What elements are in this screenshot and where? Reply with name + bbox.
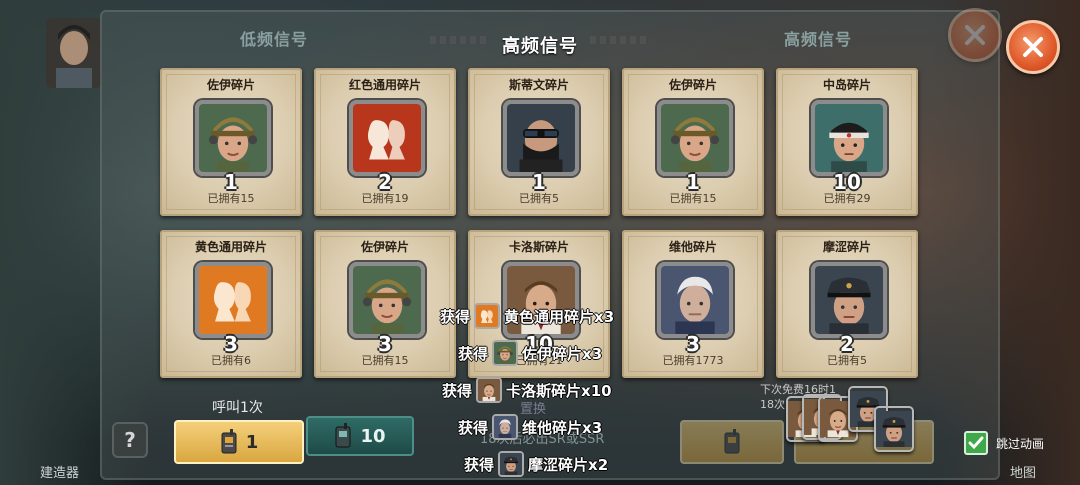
- zoe-portrait: [657, 100, 733, 176]
- skip-animation-checkbox[interactable]: [964, 431, 988, 455]
- fragment-card[interactable]: 中岛碎片 10 已拥有29: [776, 68, 918, 216]
- call-once-label: 呼叫1次: [212, 400, 263, 416]
- reward-text: 卡洛斯碎片x10: [506, 381, 612, 400]
- card-name: 佐伊碎片: [206, 78, 255, 92]
- call-once-cost: 1: [245, 431, 259, 453]
- reward-prefix: 获得: [458, 344, 489, 363]
- close-icon: [1023, 37, 1043, 57]
- walkie-talkie-icon: [724, 429, 740, 454]
- fragment-card[interactable]: 摩涩碎片 2 已拥有5: [776, 230, 918, 378]
- vita-portrait: [492, 414, 519, 440]
- reward-fly-stack: [786, 386, 926, 456]
- right-building-label: 地图: [1010, 466, 1037, 481]
- reward-prefix: 获得: [464, 455, 495, 474]
- reward-prefix: 获得: [458, 418, 489, 437]
- call-ten-button[interactable]: 10: [306, 416, 414, 456]
- reward-row: 获得 维他碎片x3: [458, 414, 602, 440]
- reward-row: 获得 黄色通用碎片x3: [440, 303, 614, 329]
- steven-portrait: [503, 100, 579, 176]
- card-owned: 已拥有15: [669, 192, 717, 205]
- card-name: 红色通用碎片: [348, 78, 421, 92]
- card-name: 维他碎片: [668, 240, 717, 254]
- mose-portrait: [811, 262, 887, 338]
- fragment-card[interactable]: 斯蒂文碎片 1 已拥有5: [468, 68, 610, 216]
- red-generic-fragment-icon: [349, 100, 425, 176]
- reward-log: 获得 黄色通用碎片x3 获得 佐伊碎片x3 获得 卡洛斯碎片x10 获得 维他碎片x3 获得 摩涩…: [430, 300, 660, 485]
- close-icon: [965, 25, 985, 45]
- nakajima-portrait: [811, 100, 887, 176]
- card-name: 摩涩碎片: [822, 240, 871, 254]
- fragment-card[interactable]: 佐伊碎片 1 已拥有15: [160, 68, 302, 216]
- close-button-background: [948, 8, 1002, 62]
- vita-portrait: [657, 262, 733, 338]
- zoe-portrait: [195, 100, 271, 176]
- carlos-portrait: [476, 377, 503, 403]
- card-owned: 已拥有29: [823, 192, 871, 205]
- reward-row: 获得 摩涩碎片x2: [464, 451, 608, 477]
- call-once-button[interactable]: 1: [174, 420, 304, 464]
- call-once-button-right[interactable]: [680, 420, 784, 464]
- modal-title: 高频信号: [502, 36, 578, 57]
- background-character-portrait: [46, 18, 102, 88]
- reward-text: 摩涩碎片x2: [528, 455, 609, 474]
- fragment-card[interactable]: 红色通用碎片 2 已拥有19: [314, 68, 456, 216]
- card-name: 中岛碎片: [822, 78, 871, 92]
- card-owned: 已拥有5: [519, 192, 559, 205]
- help-button[interactable]: ?: [112, 422, 148, 458]
- card-name: 斯蒂文碎片: [508, 78, 569, 92]
- mose-portrait: [874, 406, 914, 452]
- fragment-card[interactable]: 黄色通用碎片 3 已拥有6: [160, 230, 302, 378]
- skip-animation-label[interactable]: 跳过动画: [996, 435, 1044, 452]
- card-owned: 已拥有19: [361, 192, 409, 205]
- reward-text: 黄色通用碎片x3: [504, 307, 615, 326]
- yellow-generic-fragment-icon: [195, 262, 271, 338]
- card-name: 黄色通用碎片: [194, 240, 267, 254]
- mose-portrait: [498, 451, 525, 477]
- card-name: 卡洛斯碎片: [508, 240, 569, 254]
- yellow-generic-fragment-icon: [474, 303, 501, 329]
- walkie-talkie-icon: [335, 423, 351, 448]
- zoe-portrait: [349, 262, 425, 338]
- card-owned: 已拥有5: [827, 354, 867, 367]
- reward-prefix: 获得: [440, 307, 471, 326]
- call-ten-cost: 10: [360, 425, 386, 447]
- card-owned: 已拥有6: [211, 354, 251, 367]
- card-name: 佐伊碎片: [668, 78, 717, 92]
- reward-text: 佐伊碎片x3: [522, 344, 603, 363]
- close-button[interactable]: [1006, 20, 1060, 74]
- left-building-label: 建造器: [40, 466, 80, 481]
- check-icon: [968, 436, 984, 450]
- card-owned: 已拥有15: [207, 192, 255, 205]
- card-name: 佐伊碎片: [360, 240, 409, 254]
- reward-row: 获得 卡洛斯碎片x10: [442, 377, 612, 403]
- zoe-portrait: [492, 340, 519, 366]
- fragment-card[interactable]: 佐伊碎片 1 已拥有15: [622, 68, 764, 216]
- walkie-talkie-icon: [221, 429, 237, 454]
- reward-row: 获得 佐伊碎片x3: [458, 340, 602, 366]
- reward-prefix: 获得: [442, 381, 473, 400]
- reward-text: 维他碎片x3: [522, 418, 603, 437]
